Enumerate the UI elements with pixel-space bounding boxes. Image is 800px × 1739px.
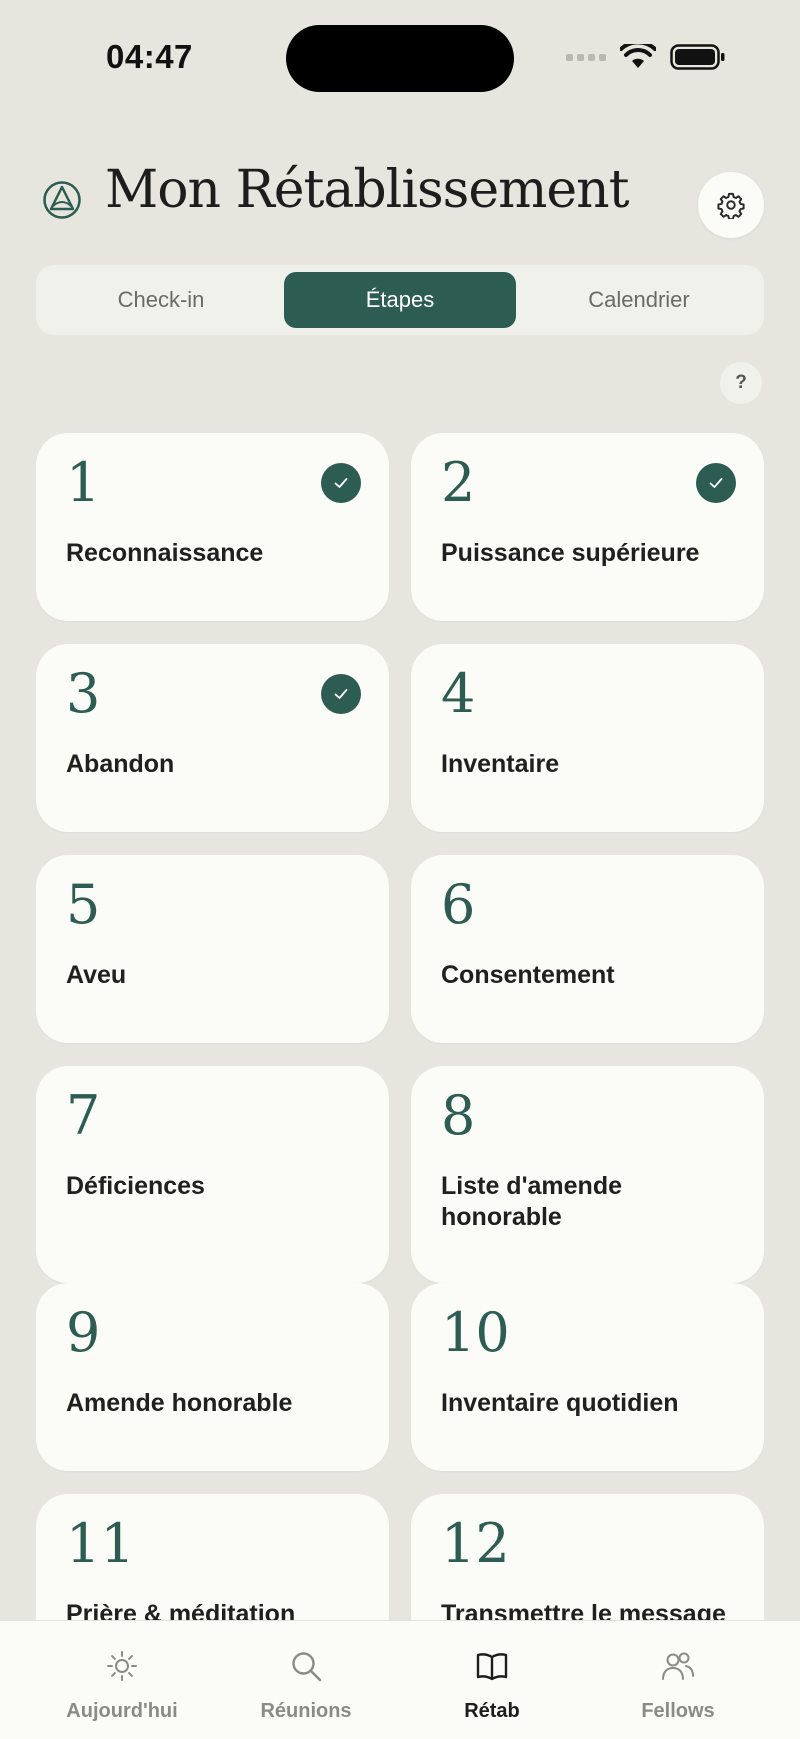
battery-icon xyxy=(670,44,725,70)
segmented-control: Check-in Étapes Calendrier xyxy=(36,265,764,335)
book-icon xyxy=(476,1653,508,1681)
step-number: 12 xyxy=(441,1512,510,1575)
step-number: 6 xyxy=(441,873,476,936)
step-label: Reconnaissance xyxy=(66,539,264,567)
segment-etapes[interactable]: Étapes xyxy=(284,272,516,328)
people-icon xyxy=(662,1652,694,1680)
step-label: Aveu xyxy=(66,961,127,989)
tab-label: Fellows xyxy=(641,1700,715,1722)
segment-check-in[interactable]: Check-in xyxy=(45,272,277,328)
step-number: 7 xyxy=(66,1084,101,1147)
segment-calendrier[interactable]: Calendrier xyxy=(523,272,755,328)
step-number: 2 xyxy=(441,451,476,514)
step-label: Liste d'amende honorable xyxy=(441,1172,622,1231)
step-label: Abandon xyxy=(66,750,175,778)
step-number: 4 xyxy=(441,662,476,725)
step-card-2[interactable]: 2 Puissance supérieure xyxy=(411,433,764,621)
step-number: 10 xyxy=(441,1301,510,1364)
wifi-icon xyxy=(620,44,656,68)
check-icon xyxy=(696,463,736,503)
status-icons xyxy=(566,44,726,70)
step-label: Consentement xyxy=(441,961,615,989)
step-number: 8 xyxy=(441,1084,476,1147)
tab-reunions[interactable]: Réunions xyxy=(206,1621,406,1739)
tab-bar: Aujourd'hui Réunions Rétab Fellows xyxy=(0,1620,800,1739)
step-card-7[interactable]: 7 Déficiences xyxy=(36,1066,389,1283)
tab-fellows[interactable]: Fellows xyxy=(578,1621,778,1739)
step-label: Inventaire quotidien xyxy=(441,1389,679,1417)
cellular-signal-icon xyxy=(566,53,606,61)
step-number: 9 xyxy=(66,1301,101,1364)
search-icon xyxy=(292,1652,322,1682)
tab-aujourdhui[interactable]: Aujourd'hui xyxy=(22,1621,222,1739)
step-label: Inventaire xyxy=(441,750,560,778)
check-icon xyxy=(321,463,361,503)
step-card-11[interactable]: 11 Prière & méditation xyxy=(36,1494,389,1623)
step-card-12[interactable]: 12 Transmettre le message xyxy=(411,1494,764,1623)
sun-icon xyxy=(107,1651,137,1681)
steps-grid: 1 Reconnaissance 2 Puissance supérieure … xyxy=(36,433,764,1623)
tab-label: Réunions xyxy=(260,1700,352,1722)
step-label: Puissance supérieure xyxy=(441,539,700,567)
help-button[interactable]: ? xyxy=(720,362,762,404)
step-label: Déficiences xyxy=(66,1172,205,1200)
step-card-4[interactable]: 4 Inventaire xyxy=(411,644,764,832)
step-card-8[interactable]: 8 Liste d'amende honorable xyxy=(411,1066,764,1283)
app-logo-icon xyxy=(43,181,81,219)
step-number: 1 xyxy=(66,451,101,514)
step-number: 5 xyxy=(66,873,101,936)
step-label: Amende honorable xyxy=(66,1389,293,1417)
tab-label: Aujourd'hui xyxy=(66,1700,178,1722)
tab-retab[interactable]: Rétab xyxy=(392,1621,592,1739)
tab-label: Rétab xyxy=(464,1700,520,1722)
check-icon xyxy=(321,674,361,714)
gear-icon xyxy=(717,192,745,219)
step-card-6[interactable]: 6 Consentement xyxy=(411,855,764,1043)
step-card-9[interactable]: 9 Amende honorable xyxy=(36,1283,389,1471)
step-card-3[interactable]: 3 Abandon xyxy=(36,644,389,832)
settings-button[interactable] xyxy=(698,172,764,238)
step-card-1[interactable]: 1 Reconnaissance xyxy=(36,433,389,621)
step-card-10[interactable]: 10 Inventaire quotidien xyxy=(411,1283,764,1471)
status-time: 04:47 xyxy=(106,38,193,75)
page-title: Mon Rétablissement xyxy=(105,160,630,220)
step-number: 3 xyxy=(66,662,101,725)
dynamic-island xyxy=(286,25,514,92)
step-card-5[interactable]: 5 Aveu xyxy=(36,855,389,1043)
step-number: 11 xyxy=(66,1512,135,1575)
